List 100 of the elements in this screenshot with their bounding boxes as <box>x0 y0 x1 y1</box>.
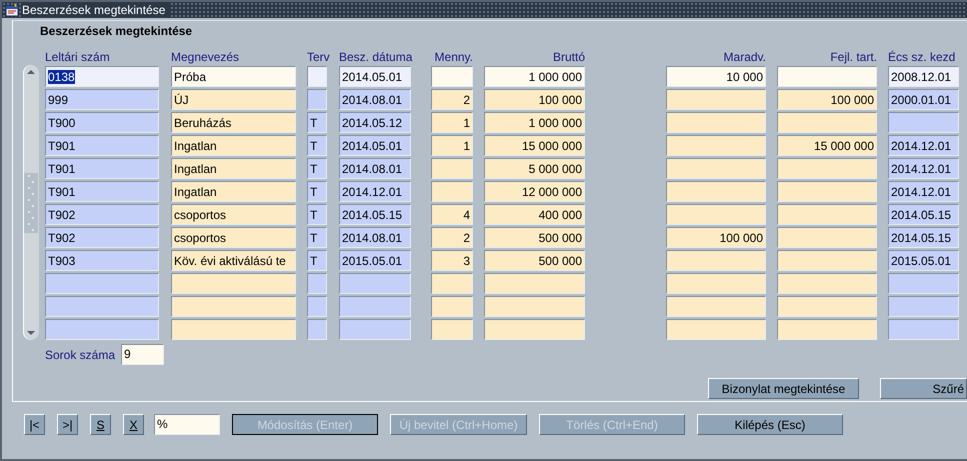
table-cell[interactable] <box>777 181 877 202</box>
table-cell[interactable]: 400 000 <box>484 204 585 225</box>
table-cell[interactable]: 2008.12.01 <box>888 66 959 87</box>
table-cell[interactable]: T901 <box>45 135 159 156</box>
table-cell[interactable]: 2014.05.15 <box>339 204 411 225</box>
table-cell[interactable]: 2014.12.01 <box>339 181 411 202</box>
table-cell[interactable]: 100 000 <box>484 89 585 110</box>
table-cell[interactable] <box>307 89 327 110</box>
table-cell[interactable]: Próba <box>171 66 296 87</box>
table-cell[interactable] <box>431 319 473 340</box>
table-cell[interactable] <box>777 227 877 248</box>
table-cell[interactable]: T <box>307 250 327 271</box>
table-cell[interactable]: csoportos <box>171 227 296 248</box>
table-cell[interactable] <box>777 204 877 225</box>
table-cell[interactable] <box>666 89 766 110</box>
form-button[interactable]: Bizonylat megtekintése <box>708 378 859 399</box>
table-cell[interactable] <box>666 181 766 202</box>
table-cell[interactable]: 15 000 000 <box>777 135 877 156</box>
table-cell[interactable] <box>666 135 766 156</box>
table-cell[interactable] <box>666 319 766 340</box>
navigation-button[interactable]: X <box>123 414 144 435</box>
table-cell[interactable]: 500 000 <box>484 250 585 271</box>
table-cell[interactable]: 15 000 000 <box>484 135 585 156</box>
table-cell[interactable] <box>666 273 766 294</box>
query-field[interactable]: % <box>154 414 220 435</box>
table-cell[interactable]: 2 <box>431 227 473 248</box>
table-cell[interactable]: 2000.01.01 <box>888 89 959 110</box>
action-button[interactable]: Kilépés (Esc) <box>697 414 843 435</box>
table-cell[interactable] <box>777 319 877 340</box>
table-cell[interactable]: 100 000 <box>777 89 877 110</box>
table-cell[interactable] <box>777 112 877 133</box>
table-cell[interactable]: 100 000 <box>666 227 766 248</box>
table-cell[interactable]: 2014.08.01 <box>339 89 411 110</box>
table-cell[interactable]: 12 000 000 <box>484 181 585 202</box>
form-button[interactable]: Szűré <box>880 378 967 399</box>
table-cell[interactable]: 5 000 000 <box>484 158 585 179</box>
table-cell[interactable] <box>45 319 159 340</box>
table-cell[interactable]: 2014.08.01 <box>339 227 411 248</box>
table-cell[interactable]: 2015.05.01 <box>339 250 411 271</box>
table-cell[interactable]: Ingatlan <box>171 181 296 202</box>
table-cell[interactable]: 2014.12.01 <box>888 135 959 156</box>
table-cell[interactable] <box>777 66 877 87</box>
table-cell[interactable]: 2014.12.01 <box>888 158 959 179</box>
table-cell[interactable] <box>431 296 473 317</box>
table-cell[interactable]: T902 <box>45 204 159 225</box>
table-cell[interactable]: T901 <box>45 181 159 202</box>
table-cell[interactable]: 2 <box>431 89 473 110</box>
table-cell[interactable] <box>339 273 411 294</box>
table-cell[interactable]: 10 000 <box>666 66 766 87</box>
table-cell[interactable] <box>171 296 296 317</box>
table-cell[interactable]: 2014.12.01 <box>888 181 959 202</box>
table-cell[interactable]: 2014.05.15 <box>888 227 959 248</box>
table-cell[interactable]: T <box>307 181 327 202</box>
table-cell[interactable] <box>666 204 766 225</box>
table-cell[interactable] <box>888 319 959 340</box>
row-count-field[interactable]: 9 <box>121 344 164 365</box>
table-cell[interactable] <box>307 273 327 294</box>
navigation-button[interactable]: S <box>90 414 111 435</box>
table-cell[interactable] <box>777 273 877 294</box>
scroll-thumb-icon[interactable] <box>24 172 38 232</box>
table-cell[interactable] <box>431 66 473 87</box>
table-cell[interactable]: T901 <box>45 158 159 179</box>
table-cell[interactable] <box>431 273 473 294</box>
table-cell[interactable] <box>171 273 296 294</box>
table-cell[interactable]: T <box>307 135 327 156</box>
table-cell[interactable]: Köv. évi aktiválású te <box>171 250 296 271</box>
table-cell[interactable]: ÚJ <box>171 89 296 110</box>
table-cell[interactable] <box>339 296 411 317</box>
table-cell[interactable]: 999 <box>45 89 159 110</box>
table-cell[interactable]: 1 <box>431 135 473 156</box>
table-cell[interactable] <box>666 296 766 317</box>
navigation-button[interactable]: >| <box>57 414 78 435</box>
table-cell[interactable] <box>307 296 327 317</box>
table-cell[interactable] <box>339 319 411 340</box>
table-cell[interactable]: 1 000 000 <box>484 66 585 87</box>
table-cell[interactable] <box>777 296 877 317</box>
table-cell[interactable] <box>888 273 959 294</box>
table-cell[interactable]: T <box>307 227 327 248</box>
table-cell[interactable]: 500 000 <box>484 227 585 248</box>
table-cell[interactable] <box>484 296 585 317</box>
table-cell[interactable] <box>888 112 959 133</box>
table-cell[interactable] <box>484 319 585 340</box>
table-cell[interactable] <box>171 319 296 340</box>
table-cell[interactable]: 1 000 000 <box>484 112 585 133</box>
table-cell[interactable] <box>307 66 327 87</box>
table-cell[interactable] <box>777 158 877 179</box>
table-cell[interactable] <box>777 250 877 271</box>
table-cell[interactable]: 2014.05.01 <box>339 135 411 156</box>
table-cell[interactable]: Ingatlan <box>171 158 296 179</box>
table-cell[interactable]: T903 <box>45 250 159 271</box>
table-cell[interactable]: 1 <box>431 112 473 133</box>
table-cell[interactable]: 4 <box>431 204 473 225</box>
table-cell[interactable] <box>307 319 327 340</box>
table-cell[interactable] <box>431 181 473 202</box>
table-cell[interactable]: 2014.05.12 <box>339 112 411 133</box>
table-cell[interactable]: T <box>307 204 327 225</box>
table-cell[interactable]: 0138 <box>45 66 159 87</box>
table-cell[interactable]: 2014.05.15 <box>888 204 959 225</box>
table-cell[interactable]: T902 <box>45 227 159 248</box>
table-cell[interactable] <box>666 158 766 179</box>
